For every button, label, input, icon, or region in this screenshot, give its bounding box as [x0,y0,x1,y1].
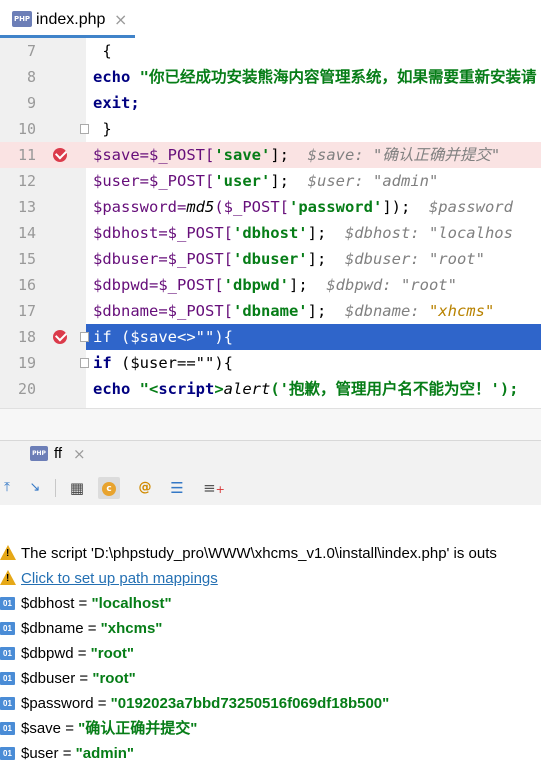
code-line: 19 if ($user==""){ [0,350,541,376]
variable-row[interactable]: 01 $dbhost = "localhost" [0,591,541,616]
breakpoint-icon[interactable] [53,148,67,162]
show-constants-icon[interactable]: c [98,477,120,499]
sort-values-icon[interactable]: ☰ [166,477,188,499]
line-number: 9 [26,94,36,112]
fold-marker-icon[interactable] [80,332,89,342]
code-line: 15 $dbuser=$_POST['dbuser']; $dbuser: "r… [0,246,541,272]
warning-text: The script 'D:\phpstudy_pro\WWW\xhcms_v1… [21,545,497,562]
show-globals-icon[interactable]: @ [134,477,156,499]
code-line: 13 $password=md5($_POST['password']); $p… [0,194,541,220]
variable-row[interactable]: 01 $user = "admin" [0,741,541,766]
variable-icon: 01 [0,597,15,610]
variable-value: "确认正确并提交" [78,720,198,737]
code-text: $dbhost=$_POST['dbhost']; $dbhost: "loca… [93,224,513,242]
fold-marker-icon[interactable] [80,124,89,134]
code-text: } [93,120,112,138]
code-line-breakpoint: 11 $save=$_POST['save']; $save: "确认正确并提交… [0,142,541,168]
code-line-selected: 18 if ($save<>""){ [0,324,541,350]
variable-row[interactable]: 01 $save = "确认正确并提交" [0,716,541,741]
close-tab-icon[interactable]: × [114,10,127,29]
code-line: 12 $user=$_POST['user']; $user: "admin" [0,168,541,194]
code-text: $dbuser=$_POST['dbuser']; $dbuser: "root… [93,250,485,268]
line-number: 19 [17,354,36,372]
code-text: echo "<script>alert('抱歉，管理用户名不能为空！'); [93,380,519,398]
line-number: 17 [17,302,36,320]
variable-name: $password [21,695,94,712]
code-line: 9 exit; [0,90,541,116]
code-line: 14 $dbhost=$_POST['dbhost']; $dbhost: "l… [0,220,541,246]
debug-session-tab[interactable]: PHP ff × [28,440,88,470]
code-text: if ($user==""){ [93,354,233,372]
step-out-icon[interactable]: ⤒ [0,477,18,499]
code-line: 16 $dbpwd=$_POST['dbpwd']; $dbpwd: "root… [0,272,541,298]
debug-session-label: ff [54,445,63,462]
line-number: 15 [17,250,36,268]
variable-name: $save [21,720,62,737]
variable-row[interactable]: 01 $dbpwd = "root" [0,641,541,666]
code-line: 20 echo "<script>alert('抱歉，管理用户名不能为空！'); [0,376,541,402]
line-number: 11 [17,146,36,164]
php-file-icon: PHP [12,11,32,27]
variable-value: "0192023a7bbd73250516f069df18b500" [110,695,390,712]
line-number: 16 [17,276,36,294]
line-number: 18 [17,328,36,346]
line-number: 14 [17,224,36,242]
variable-icon: 01 [0,722,15,735]
php-file-icon: PHP [30,446,48,461]
line-number: 12 [17,172,36,190]
editor-tab-index-php[interactable]: PHP index.php × [0,2,135,38]
variable-value: "xhcms" [100,620,163,637]
code-line: 7 { [0,38,541,64]
code-line: 8 echo "你已经成功安装熊海内容管理系统，如果需要重新安装请 [0,64,541,90]
code-editor[interactable]: 7 { 8 echo "你已经成功安装熊海内容管理系统，如果需要重新安装请 9 … [0,38,541,408]
variable-value: "admin" [75,745,135,762]
path-mappings-message: ! Click to set up path mappings [0,566,541,591]
code-text: $password=md5($_POST['password']); $pass… [93,198,513,216]
variable-icon: 01 [0,747,15,760]
breakpoint-icon[interactable] [53,330,67,344]
add-watch-icon[interactable]: ≡+ [203,477,225,499]
code-text: exit; [93,94,140,112]
variables-panel: ! The script 'D:\phpstudy_pro\WWW\xhcms_… [0,505,541,773]
warning-message: ! The script 'D:\phpstudy_pro\WWW\xhcms_… [0,541,541,566]
variable-name: $dbuser [21,670,76,687]
variable-name: $dbname [21,620,84,637]
line-number: 13 [17,198,36,216]
code-text: $dbpwd=$_POST['dbpwd']; $dbpwd: "root" [93,276,457,294]
variable-icon: 01 [0,622,15,635]
variable-value: "root" [92,670,136,687]
editor-tab-label: index.php [36,11,106,28]
variable-row[interactable]: 01 $password = "0192023a7bbd73250516f069… [0,691,541,716]
line-number: 7 [26,42,36,60]
code-line: 10 } [0,116,541,142]
variable-row[interactable]: 01 $dbuser = "root" [0,666,541,691]
line-number: 20 [17,380,36,398]
code-text: $dbname=$_POST['dbname']; $dbname: "xhcm… [93,302,495,320]
debug-toolbar: ⤒ ↘ ▦ c @ ☰ ≡+ [0,471,541,506]
code-line: 17 $dbname=$_POST['dbname']; $dbname: "x… [0,298,541,324]
variable-icon: 01 [0,647,15,660]
close-tab-icon[interactable]: × [73,445,86,463]
code-text: if ($save<>""){ [93,328,233,346]
code-text: { [93,42,112,60]
variable-icon: 01 [0,697,15,710]
run-to-cursor-icon[interactable]: ↘ [24,477,46,499]
variable-icon: 01 [0,672,15,685]
variable-value: "localhost" [91,595,172,612]
variable-row[interactable]: 01 $dbname = "xhcms" [0,616,541,641]
editor-scroll-area [0,408,541,441]
variable-name: $user [21,745,59,762]
code-text: echo "你已经成功安装熊海内容管理系统，如果需要重新安装请 [93,68,537,86]
variable-name: $dbhost [21,595,75,612]
code-text: $save=$_POST['save']; $save: "确认正确并提交" [93,146,501,164]
variable-name: $dbpwd [21,645,74,662]
line-number: 8 [26,68,36,86]
toolbar-separator [55,479,56,497]
fold-marker-icon[interactable] [80,358,89,368]
variable-value: "root" [90,645,135,662]
code-text: $user=$_POST['user']; $user: "admin" [93,172,439,190]
line-number: 10 [17,120,36,138]
evaluate-expression-icon[interactable]: ▦ [66,477,88,499]
path-mappings-link[interactable]: Click to set up path mappings [21,566,218,591]
